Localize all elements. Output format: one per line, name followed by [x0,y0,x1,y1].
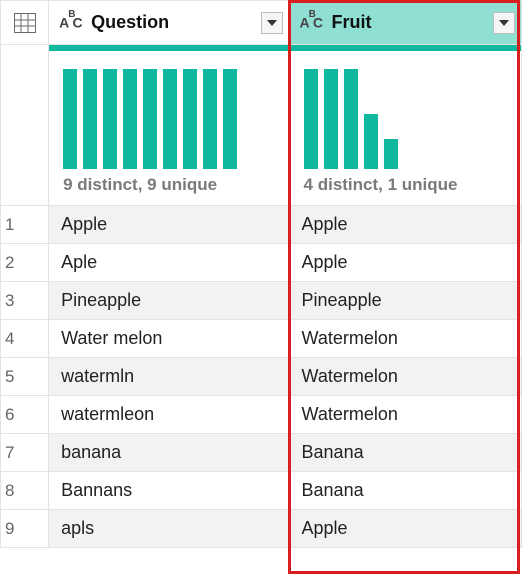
column-name: Fruit [332,12,493,33]
distribution-bar [344,69,358,169]
cell-question[interactable]: watermleon [49,396,289,434]
cell-question[interactable]: watermln [49,358,289,396]
distribution-bar [304,69,318,169]
data-preview-table: ABC Question ABC Fruit [0,0,522,548]
cell-fruit[interactable]: Pineapple [289,282,521,320]
row-number[interactable]: 1 [1,206,49,244]
distribution-chart [304,69,507,169]
row-number[interactable]: 3 [1,282,49,320]
row-number[interactable]: 2 [1,244,49,282]
column-filter-dropdown[interactable] [261,12,283,34]
table-row[interactable]: 1AppleApple [1,206,522,244]
distribution-bar [83,69,97,169]
cell-question[interactable]: Apple [49,206,289,244]
cell-fruit[interactable]: Apple [289,206,521,244]
table-row[interactable]: 6watermleonWatermelon [1,396,522,434]
text-type-icon: ABC [59,14,83,31]
column-profile-question[interactable]: 9 distinct, 9 unique [49,45,289,206]
distribution-bar [384,139,398,169]
column-profile-row: 9 distinct, 9 unique 4 distinct, 1 uniqu… [1,45,522,206]
cell-fruit[interactable]: Banana [289,472,521,510]
table-row[interactable]: 2ApleApple [1,244,522,282]
distribution-chart [63,69,274,169]
distribution-bar [63,69,77,169]
text-type-icon: ABC [300,14,324,31]
row-number[interactable]: 6 [1,396,49,434]
cell-question[interactable]: Pineapple [49,282,289,320]
cell-question[interactable]: apls [49,510,289,548]
column-header-question[interactable]: ABC Question [49,1,289,45]
column-header-row: ABC Question ABC Fruit [1,1,522,45]
distribution-bar [103,69,117,169]
distribution-bar [203,69,217,169]
distribution-bar [123,69,137,169]
profile-summary: 9 distinct, 9 unique [49,169,288,205]
table-icon [14,13,36,33]
row-number[interactable]: 9 [1,510,49,548]
column-profile-fruit[interactable]: 4 distinct, 1 unique [289,45,521,206]
column-filter-dropdown[interactable] [493,12,515,34]
row-number[interactable]: 4 [1,320,49,358]
table-corner-cell[interactable] [1,1,49,45]
data-rows: 1AppleApple2ApleApple3PineapplePineapple… [1,206,522,548]
cell-fruit[interactable]: Apple [289,244,521,282]
table-row[interactable]: 4Water melonWatermelon [1,320,522,358]
row-number[interactable]: 5 [1,358,49,396]
cell-question[interactable]: Bannans [49,472,289,510]
profile-corner [1,45,49,206]
cell-fruit[interactable]: Watermelon [289,358,521,396]
distribution-bar [163,69,177,169]
cell-fruit[interactable]: Watermelon [289,320,521,358]
distribution-bar [143,69,157,169]
column-name: Question [91,12,260,33]
table-row[interactable]: 7bananaBanana [1,434,522,472]
table-row[interactable]: 8BannansBanana [1,472,522,510]
distribution-bar [364,114,378,169]
cell-fruit[interactable]: Apple [289,510,521,548]
table-row[interactable]: 9aplsApple [1,510,522,548]
row-number[interactable]: 8 [1,472,49,510]
table-row[interactable]: 5watermlnWatermelon [1,358,522,396]
distribution-bar [223,69,237,169]
cell-question[interactable]: Water melon [49,320,289,358]
cell-question[interactable]: banana [49,434,289,472]
cell-question[interactable]: Aple [49,244,289,282]
column-header-fruit[interactable]: ABC Fruit [289,1,521,45]
profile-summary: 4 distinct, 1 unique [290,169,521,205]
cell-fruit[interactable]: Banana [289,434,521,472]
table-row[interactable]: 3PineapplePineapple [1,282,522,320]
cell-fruit[interactable]: Watermelon [289,396,521,434]
row-number[interactable]: 7 [1,434,49,472]
distribution-bar [324,69,338,169]
distribution-bar [183,69,197,169]
